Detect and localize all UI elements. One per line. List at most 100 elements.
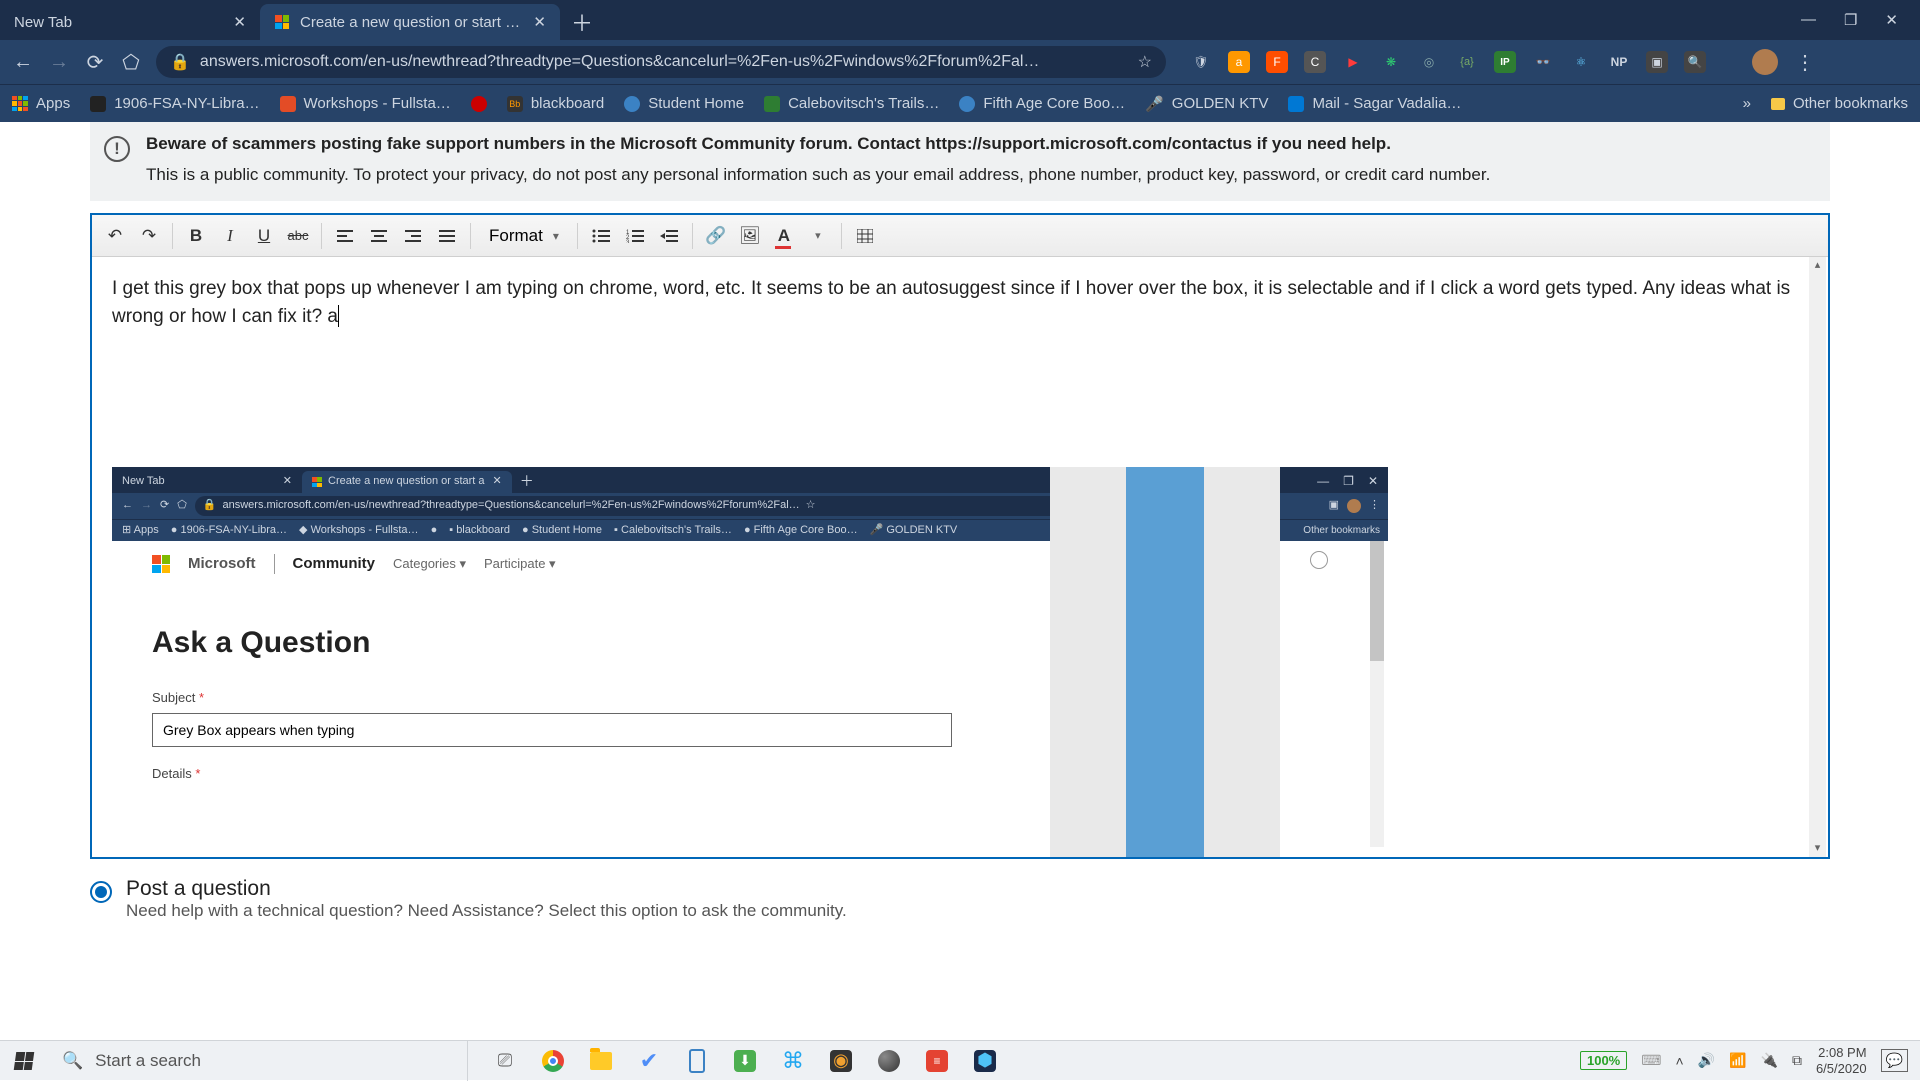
number-list-button[interactable]: 123 <box>620 221 650 251</box>
tab-new-tab[interactable]: New Tab ✕ <box>0 4 260 40</box>
ext-search-icon[interactable]: 🔍 <box>1684 51 1706 73</box>
notice-line2: This is a public community. To protect y… <box>146 163 1812 188</box>
scroll-up-icon[interactable]: ▴ <box>1809 257 1826 274</box>
image-button[interactable]: 🖼 <box>735 221 765 251</box>
wifi-icon[interactable]: 📶 <box>1729 1052 1746 1069</box>
minimize-button[interactable]: — <box>1801 11 1816 29</box>
new-tab-button[interactable]: ＋ <box>566 6 598 38</box>
ext-circle-icon[interactable]: ◎ <box>1418 51 1440 73</box>
ext-box1-icon[interactable]: ▣ <box>1646 51 1668 73</box>
omnibox[interactable]: 🔒 answers.microsoft.com/en-us/newthread?… <box>156 46 1166 78</box>
svg-text:3: 3 <box>626 240 630 243</box>
bookmark-item[interactable]: Workshops - Fullsta… <box>280 95 451 112</box>
italic-button[interactable]: I <box>215 221 245 251</box>
bookmarks-overflow[interactable]: » <box>1743 95 1751 112</box>
editor-toolbar: ↶ ↷ B I U abc Format ▾ <box>92 215 1828 257</box>
ext-ip-icon[interactable]: IP <box>1494 51 1516 73</box>
maximize-button[interactable]: ❐ <box>1844 11 1857 29</box>
underline-button[interactable]: U <box>249 221 279 251</box>
bookmark-item[interactable] <box>471 96 487 112</box>
tab-label: New Tab <box>14 14 223 31</box>
reload-button[interactable]: ⟳ <box>84 51 106 73</box>
ext-braces-icon[interactable]: {a} <box>1456 51 1478 73</box>
ext-c-icon[interactable]: C <box>1304 51 1326 73</box>
align-justify-button[interactable] <box>432 221 462 251</box>
bookmark-item[interactable]: Student Home <box>624 95 744 112</box>
app-green-icon[interactable]: ⬇ <box>722 1041 768 1081</box>
ext-evernote-icon[interactable]: ❋ <box>1380 51 1402 73</box>
bookmark-item[interactable]: 1906-FSA-NY-Libra… <box>90 95 259 112</box>
table-button[interactable] <box>850 221 880 251</box>
align-left-button[interactable] <box>330 221 360 251</box>
explorer-icon[interactable] <box>578 1041 624 1081</box>
outdent-button[interactable] <box>654 221 684 251</box>
input-icon[interactable]: ⌨ <box>1641 1052 1661 1069</box>
tab-label: Create a new question or start a d <box>300 14 523 31</box>
chrome-icon[interactable] <box>530 1041 576 1081</box>
radio-desc: Need help with a technical question? Nee… <box>126 901 847 921</box>
link-button[interactable]: 🔗 <box>701 221 731 251</box>
phone-icon[interactable] <box>674 1041 720 1081</box>
tab-active[interactable]: Create a new question or start a d ✕ <box>260 4 560 40</box>
align-center-button[interactable] <box>364 221 394 251</box>
bookmark-item[interactable]: Fifth Age Core Boo… <box>959 95 1125 112</box>
scroll-down-icon[interactable]: ▾ <box>1809 840 1826 857</box>
bullet-list-button[interactable] <box>586 221 616 251</box>
forward-button[interactable]: → <box>48 51 70 73</box>
tray-chevron-icon[interactable]: ˄ <box>1675 1053 1683 1069</box>
radio-selected-icon[interactable] <box>90 881 112 903</box>
ext-brave-icon[interactable]: 🛡 <box>1190 51 1212 73</box>
mini-tab: New Tab✕ <box>112 471 302 493</box>
ext-glasses-icon[interactable]: 👓 <box>1532 51 1554 73</box>
post-type-radio[interactable]: Post a question Need help with a technic… <box>90 877 1830 921</box>
ext-f-icon[interactable]: F <box>1266 51 1288 73</box>
todoist-icon[interactable]: ≡ <box>914 1041 960 1081</box>
strike-button[interactable]: abc <box>283 221 313 251</box>
close-icon[interactable]: ✕ <box>233 13 246 31</box>
power-icon[interactable]: 🔌 <box>1761 1052 1778 1069</box>
vscode-icon[interactable]: ⌘ <box>770 1041 816 1081</box>
bookmark-item[interactable]: 🎤GOLDEN KTV <box>1145 95 1268 113</box>
bookmark-item[interactable]: Mail - Sagar Vadalia… <box>1288 95 1461 112</box>
home-button[interactable]: ⬠ <box>120 51 142 73</box>
todo-icon[interactable]: ✔ <box>626 1041 672 1081</box>
notifications-icon[interactable]: 💬 <box>1881 1049 1908 1072</box>
profile-avatar[interactable] <box>1752 49 1778 75</box>
volume-icon[interactable]: 🔊 <box>1698 1052 1715 1069</box>
taskbar-search[interactable]: 🔍 Start a search <box>48 1041 468 1081</box>
bookmark-item[interactable]: Calebovitsch's Trails… <box>764 95 939 112</box>
apps-button[interactable]: Apps <box>12 95 70 112</box>
clock[interactable]: 2:08 PM 6/5/2020 <box>1816 1045 1867 1076</box>
star-icon[interactable]: ☆ <box>1138 52 1152 72</box>
lock-icon: 🔒 <box>170 52 190 72</box>
taskview-icon[interactable]: ⎚ <box>482 1041 528 1081</box>
krita-icon[interactable]: ◉ <box>818 1041 864 1081</box>
menu-button[interactable]: ⋮ <box>1794 51 1816 73</box>
address-bar: ← → ⟳ ⬠ 🔒 answers.microsoft.com/en-us/ne… <box>0 40 1920 84</box>
start-button[interactable] <box>0 1041 48 1081</box>
align-right-button[interactable] <box>398 221 428 251</box>
ext-a-icon[interactable]: a <box>1228 51 1250 73</box>
ext-react-icon[interactable]: ⚛ <box>1570 51 1592 73</box>
other-bookmarks[interactable]: Other bookmarks <box>1771 95 1908 112</box>
back-button[interactable]: ← <box>12 51 34 73</box>
bold-button[interactable]: B <box>181 221 211 251</box>
ext-play-icon[interactable]: ▶ <box>1342 51 1364 73</box>
close-icon[interactable]: ✕ <box>533 13 546 31</box>
bookmark-item[interactable]: Bbblackboard <box>507 95 604 112</box>
ext-np-icon[interactable]: NP <box>1608 51 1630 73</box>
url-text: answers.microsoft.com/en-us/newthread?th… <box>200 53 1128 71</box>
font-color-button[interactable]: A <box>769 221 799 251</box>
undo-button[interactable]: ↶ <box>100 221 130 251</box>
format-dropdown[interactable]: Format ▾ <box>479 226 569 246</box>
battery-indicator[interactable]: 100% <box>1580 1051 1627 1070</box>
redo-button[interactable]: ↷ <box>134 221 164 251</box>
editor-body[interactable]: I get this grey box that pops up wheneve… <box>92 257 1828 857</box>
font-color-caret[interactable]: ▾ <box>803 221 833 251</box>
embed-right-page <box>1280 541 1388 847</box>
steam-icon[interactable] <box>866 1041 912 1081</box>
close-window-button[interactable]: ✕ <box>1885 11 1898 29</box>
editor-scrollbar[interactable]: ▴ ▾ <box>1809 257 1826 857</box>
dropbox-icon[interactable]: ⧉ <box>1792 1052 1802 1069</box>
app-dark-icon[interactable]: ⬢ <box>962 1041 1008 1081</box>
